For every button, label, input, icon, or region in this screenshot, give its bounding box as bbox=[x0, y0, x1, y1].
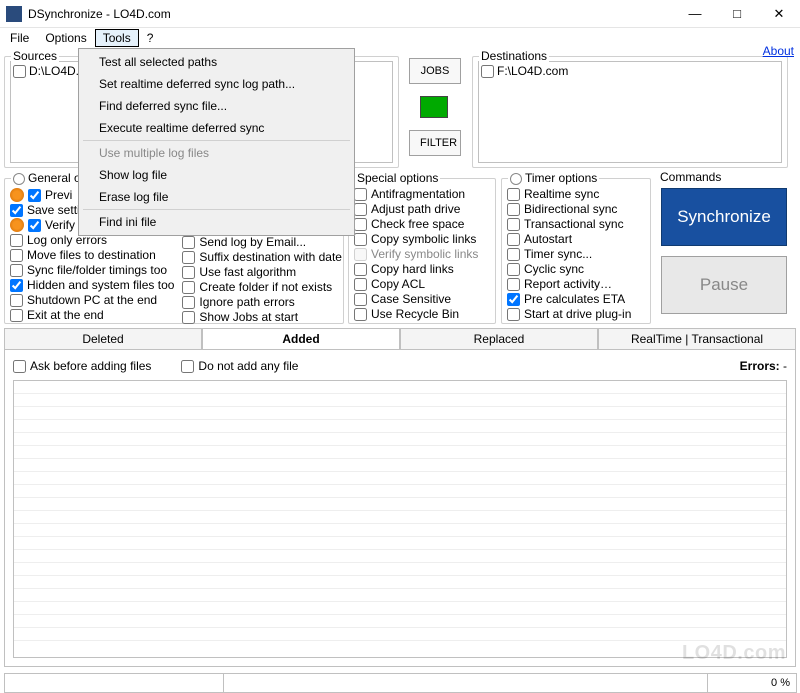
errors-value: - bbox=[783, 359, 787, 373]
chk-verify-byte[interactable] bbox=[28, 219, 41, 232]
source-item-0-checkbox[interactable] bbox=[13, 65, 26, 78]
chk-case-sens[interactable] bbox=[354, 293, 367, 306]
special-options-label: Special options bbox=[355, 171, 440, 185]
chk-copy-sym[interactable] bbox=[354, 233, 367, 246]
about-link[interactable]: About bbox=[763, 44, 794, 58]
window-title: DSynchronize - LO4D.com bbox=[28, 7, 674, 21]
chk-do-not-add[interactable] bbox=[181, 360, 194, 373]
commands-group: Commands Synchronize Pause bbox=[656, 178, 788, 324]
chk-check-free[interactable] bbox=[354, 218, 367, 231]
disk-icon-2 bbox=[10, 218, 24, 232]
chk-verify-sym bbox=[354, 248, 367, 261]
chk-hidden-system[interactable] bbox=[10, 279, 23, 292]
dest-item-0-label: F:\LO4D.com bbox=[497, 64, 568, 78]
menu-test-paths[interactable]: Test all selected paths bbox=[81, 51, 352, 73]
sources-label: Sources bbox=[11, 49, 59, 63]
chk-ask-before[interactable] bbox=[13, 360, 26, 373]
tab-added[interactable]: Added bbox=[202, 328, 400, 350]
chk-plugin[interactable] bbox=[507, 308, 520, 321]
app-icon bbox=[6, 6, 22, 22]
chk-timer-sync[interactable] bbox=[507, 248, 520, 261]
disk-icon bbox=[10, 188, 24, 202]
menu-show-log[interactable]: Show log file bbox=[81, 164, 352, 186]
chk-log-errors[interactable] bbox=[10, 234, 23, 247]
menu-erase-log[interactable]: Erase log file bbox=[81, 186, 352, 208]
close-button[interactable]: ✕ bbox=[758, 0, 800, 28]
chk-precalc[interactable] bbox=[507, 293, 520, 306]
dest-item-0-checkbox[interactable] bbox=[481, 65, 494, 78]
tab-replaced[interactable]: Replaced bbox=[400, 328, 598, 350]
chk-antifrag[interactable] bbox=[354, 188, 367, 201]
status-seg-2 bbox=[223, 673, 708, 693]
detail-pane: Ask before adding files Do not add any f… bbox=[4, 349, 796, 667]
chk-adjust-path[interactable] bbox=[354, 203, 367, 216]
menu-find-ini[interactable]: Find ini file bbox=[81, 211, 352, 233]
chk-move-files[interactable] bbox=[10, 249, 23, 262]
chk-autostart[interactable] bbox=[507, 233, 520, 246]
menu-multi-log: Use multiple log files bbox=[81, 142, 352, 164]
menu-set-log-path[interactable]: Set realtime deferred sync log path... bbox=[81, 73, 352, 95]
chk-trans[interactable] bbox=[507, 218, 520, 231]
commands-label: Commands bbox=[658, 170, 723, 184]
chk-report[interactable] bbox=[507, 278, 520, 291]
menu-options[interactable]: Options bbox=[37, 29, 94, 47]
chk-copy-hard[interactable] bbox=[354, 263, 367, 276]
dest-item-0[interactable]: F:\LO4D.com bbox=[481, 64, 779, 78]
errors-label: Errors: bbox=[740, 359, 780, 373]
chk-copy-acl[interactable] bbox=[354, 278, 367, 291]
chk-sync-timings[interactable] bbox=[10, 264, 23, 277]
chk-preview[interactable] bbox=[28, 189, 41, 202]
chk-recycle[interactable] bbox=[354, 308, 367, 321]
tab-realtime[interactable]: RealTime | Transactional bbox=[598, 328, 796, 350]
tools-menu-dropdown: Test all selected paths Set realtime def… bbox=[78, 48, 355, 236]
titlebar: DSynchronize - LO4D.com ― □ ✕ bbox=[0, 0, 800, 28]
chk-bidir[interactable] bbox=[507, 203, 520, 216]
chk-cyclic[interactable] bbox=[507, 263, 520, 276]
chk-shutdown[interactable] bbox=[10, 294, 23, 307]
destinations-label: Destinations bbox=[479, 49, 549, 63]
filter-button[interactable]: FILTER bbox=[409, 130, 461, 156]
chk-ignore-path[interactable] bbox=[182, 296, 195, 309]
status-percent: 0 % bbox=[707, 673, 797, 693]
maximize-button[interactable]: □ bbox=[716, 0, 758, 28]
log-list[interactable] bbox=[13, 380, 787, 658]
menu-help[interactable]: ? bbox=[139, 29, 162, 47]
status-seg-1 bbox=[4, 673, 224, 693]
menubar: File Options Tools ? bbox=[0, 28, 800, 48]
destinations-group: Destinations F:\LO4D.com bbox=[472, 56, 788, 168]
statusbar: 0 % bbox=[4, 673, 796, 693]
menu-tools[interactable]: Tools bbox=[95, 29, 139, 47]
monitor-icon bbox=[420, 96, 448, 118]
watermark: LO4D.com bbox=[682, 642, 786, 665]
chk-fast-algo[interactable] bbox=[182, 266, 195, 279]
menu-file[interactable]: File bbox=[2, 29, 37, 47]
menu-exec-deferred[interactable]: Execute realtime deferred sync bbox=[81, 117, 352, 139]
tab-deleted[interactable]: Deleted bbox=[4, 328, 202, 350]
timer-options-group: Timer options Realtime sync Bidirectiona… bbox=[501, 178, 651, 324]
jobs-button[interactable]: JOBS bbox=[409, 58, 461, 84]
chk-send-email[interactable] bbox=[182, 236, 195, 249]
chk-save-exit[interactable] bbox=[10, 204, 23, 217]
chk-realtime[interactable] bbox=[507, 188, 520, 201]
chk-exit-end[interactable] bbox=[10, 309, 23, 322]
timer-options-label: Timer options bbox=[508, 171, 599, 185]
chk-suffix-date[interactable] bbox=[182, 251, 195, 264]
source-item-0-label: D:\LO4D. bbox=[29, 64, 79, 78]
chk-show-jobs[interactable] bbox=[182, 311, 195, 324]
menu-find-file[interactable]: Find deferred sync file... bbox=[81, 95, 352, 117]
pause-button[interactable]: Pause bbox=[661, 256, 787, 314]
tabs: Deleted Added Replaced RealTime | Transa… bbox=[4, 328, 796, 350]
minimize-button[interactable]: ― bbox=[674, 0, 716, 28]
synchronize-button[interactable]: Synchronize bbox=[661, 188, 787, 246]
destinations-list[interactable]: F:\LO4D.com bbox=[478, 61, 782, 163]
special-options-group: Special options Antifragmentation Adjust… bbox=[348, 178, 496, 324]
chk-create-folder[interactable] bbox=[182, 281, 195, 294]
